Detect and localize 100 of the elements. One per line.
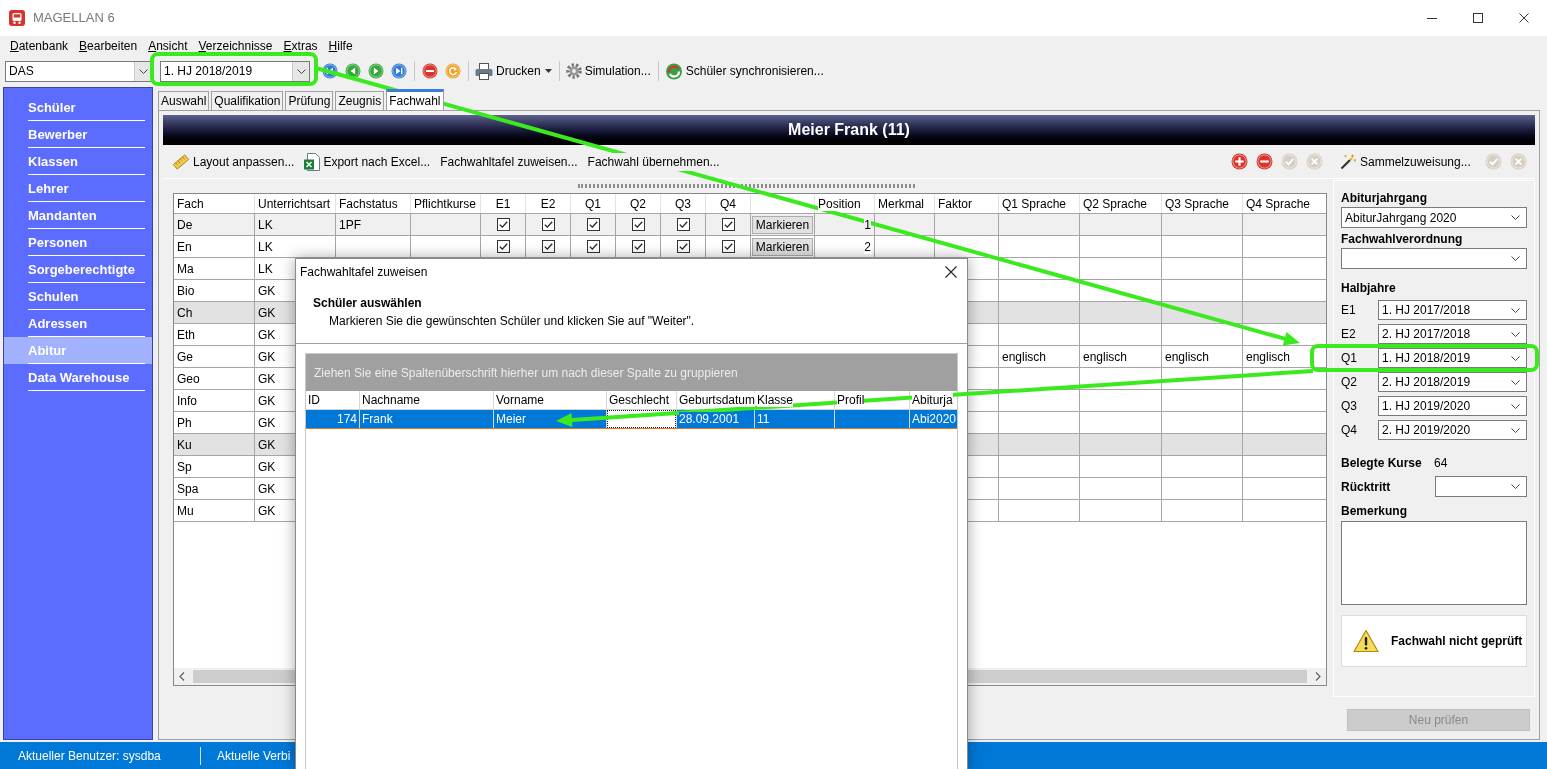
checkbox[interactable] — [721, 240, 735, 253]
layout-button[interactable]: Layout anpassen... — [172, 152, 295, 171]
column-header[interactable]: Nachname — [362, 393, 421, 407]
semester-select[interactable]: 2. HJ 2018/2019 — [1378, 372, 1527, 392]
checkbox[interactable] — [631, 240, 645, 253]
tab[interactable]: Fachwahl — [386, 89, 444, 110]
chevron-down-icon — [1511, 215, 1520, 220]
simulation-button[interactable]: Simulation... — [565, 62, 651, 80]
semester-select[interactable]: 1. HJ 2017/2018 — [1378, 300, 1527, 320]
mark-button[interactable]: Markieren — [751, 215, 814, 234]
column-header[interactable]: Q2 Sprache — [1083, 196, 1148, 211]
semester-select[interactable]: 2. HJ 2019/2020 — [1378, 420, 1527, 440]
column-header[interactable]: Abiturja — [912, 393, 953, 407]
checkbox[interactable] — [721, 218, 735, 231]
column-header[interactable]: Fach — [177, 196, 204, 211]
app-icon — [9, 10, 25, 26]
semester-select[interactable]: 1. HJ 2018/2019 — [160, 60, 310, 82]
minus-circle-icon[interactable] — [1256, 153, 1273, 170]
table-row[interactable]: En LK Markieren 2 — [174, 235, 1326, 257]
column-header[interactable]: E1 — [495, 196, 511, 211]
tab[interactable]: Prüfung — [285, 91, 334, 110]
column-header[interactable]: Klasse — [757, 393, 794, 407]
checkbox[interactable] — [631, 218, 645, 231]
checkbox[interactable] — [586, 240, 600, 253]
table-cell: Sp — [177, 459, 192, 474]
table-cell: Ph — [177, 415, 192, 430]
semester-select[interactable]: 1. HJ 2019/2020 — [1378, 396, 1527, 416]
year-select[interactable]: AbiturJahrgang 2020 — [1341, 207, 1527, 228]
checkbox[interactable] — [541, 218, 555, 231]
column-header[interactable]: Q1 Sprache — [1002, 196, 1067, 211]
export-button[interactable]: Export nach Excel... — [304, 152, 431, 171]
database-select[interactable]: DAS — [5, 60, 152, 82]
tab[interactable]: Qualifikation — [211, 91, 284, 110]
menu-item[interactable]: Extras — [283, 38, 318, 54]
column-header[interactable]: Unterrichtsart — [258, 196, 331, 211]
chevron-down-icon — [1511, 355, 1520, 361]
table-cell: Ch — [177, 305, 193, 320]
plus-circle-icon[interactable] — [1231, 153, 1248, 170]
checkbox[interactable] — [586, 218, 600, 231]
column-header[interactable]: Q3 Sprache — [1165, 196, 1230, 211]
bulk-assign-button[interactable]: Sammelzuweisung... — [1340, 152, 1471, 171]
menu-item[interactable]: Hilfe — [328, 38, 353, 54]
checkbox[interactable] — [496, 218, 510, 231]
column-header[interactable]: Q1 — [585, 196, 601, 211]
semester-select[interactable]: 2. HJ 2017/2018 — [1378, 324, 1527, 344]
next-icon[interactable] — [368, 63, 384, 79]
column-header[interactable]: Geburtsdatum — [679, 393, 756, 407]
skip-forward-icon[interactable] — [391, 63, 407, 79]
column-header[interactable]: Vorname — [496, 393, 545, 407]
mark-button[interactable]: Markieren — [751, 237, 814, 256]
table-cell: 11 — [757, 412, 770, 426]
column-header[interactable]: Profil — [837, 393, 865, 407]
spreadsheet-icon — [304, 152, 321, 171]
column-header[interactable]: Q4 — [720, 196, 736, 211]
close-icon[interactable] — [945, 266, 957, 278]
field-label: Q4 — [1341, 423, 1358, 437]
menu-item[interactable]: Bearbeiten — [79, 38, 138, 54]
toolbar-button[interactable]: Fachwahl übernehmen... — [587, 152, 720, 171]
table-cell: LK — [258, 239, 273, 254]
chevron-down-icon — [1511, 379, 1520, 385]
column-header[interactable]: Fachstatus — [339, 196, 398, 211]
regulation-select[interactable] — [1341, 248, 1527, 269]
column-header[interactable]: Merkmal — [878, 196, 924, 211]
checkbox[interactable] — [676, 240, 690, 253]
table-cell: Ku — [177, 437, 192, 452]
column-header[interactable]: Pflichtkurse — [414, 196, 477, 211]
checkbox[interactable] — [541, 240, 555, 253]
print-button[interactable]: Drucken — [475, 62, 552, 80]
semester-select[interactable]: 1. HJ 2018/2019 — [1378, 348, 1527, 368]
column-header[interactable]: Faktor — [938, 196, 972, 211]
remark-field[interactable] — [1341, 521, 1527, 605]
chevron-down-icon — [1511, 331, 1520, 337]
column-header[interactable]: Geschlecht — [609, 393, 670, 407]
checkbox[interactable] — [676, 218, 690, 231]
menu-item[interactable]: Ansicht — [148, 38, 188, 54]
tab[interactable]: Zeugnis — [335, 91, 385, 110]
table-cell: De — [177, 217, 193, 232]
close-icon[interactable] — [1519, 13, 1529, 23]
table-row[interactable]: 174 Frank Meier 28.09.2001 11 Abi2020 — [306, 410, 957, 429]
column-header[interactable]: E2 — [540, 196, 556, 211]
withdrawal-select[interactable] — [1435, 476, 1527, 497]
checkbox[interactable] — [496, 240, 510, 253]
menu-item[interactable]: Datenbank — [10, 38, 69, 54]
field-label: Bemerkung — [1341, 504, 1409, 518]
maximize-icon[interactable] — [1473, 13, 1483, 23]
minus-circle-icon[interactable] — [422, 63, 438, 79]
column-header[interactable]: Q4 Sprache — [1246, 196, 1311, 211]
chevron-down-icon — [296, 68, 306, 74]
column-header[interactable]: Q2 — [630, 196, 646, 211]
table-row[interactable]: De LK 1PF Markieren 1 — [174, 213, 1326, 235]
menu-item[interactable]: Verzeichnisse — [198, 38, 273, 54]
minimize-icon[interactable] — [1427, 17, 1437, 19]
sync-button[interactable]: Schüler synchronisieren... — [664, 62, 824, 80]
column-header[interactable]: ID — [308, 393, 320, 407]
table-cell: GK — [258, 415, 276, 430]
column-header[interactable]: Position — [818, 196, 861, 211]
table-cell: GK — [258, 327, 276, 342]
tab[interactable]: Auswahl — [158, 91, 210, 110]
column-header[interactable]: Q3 — [675, 196, 691, 211]
table-cell: Ma — [177, 261, 194, 276]
